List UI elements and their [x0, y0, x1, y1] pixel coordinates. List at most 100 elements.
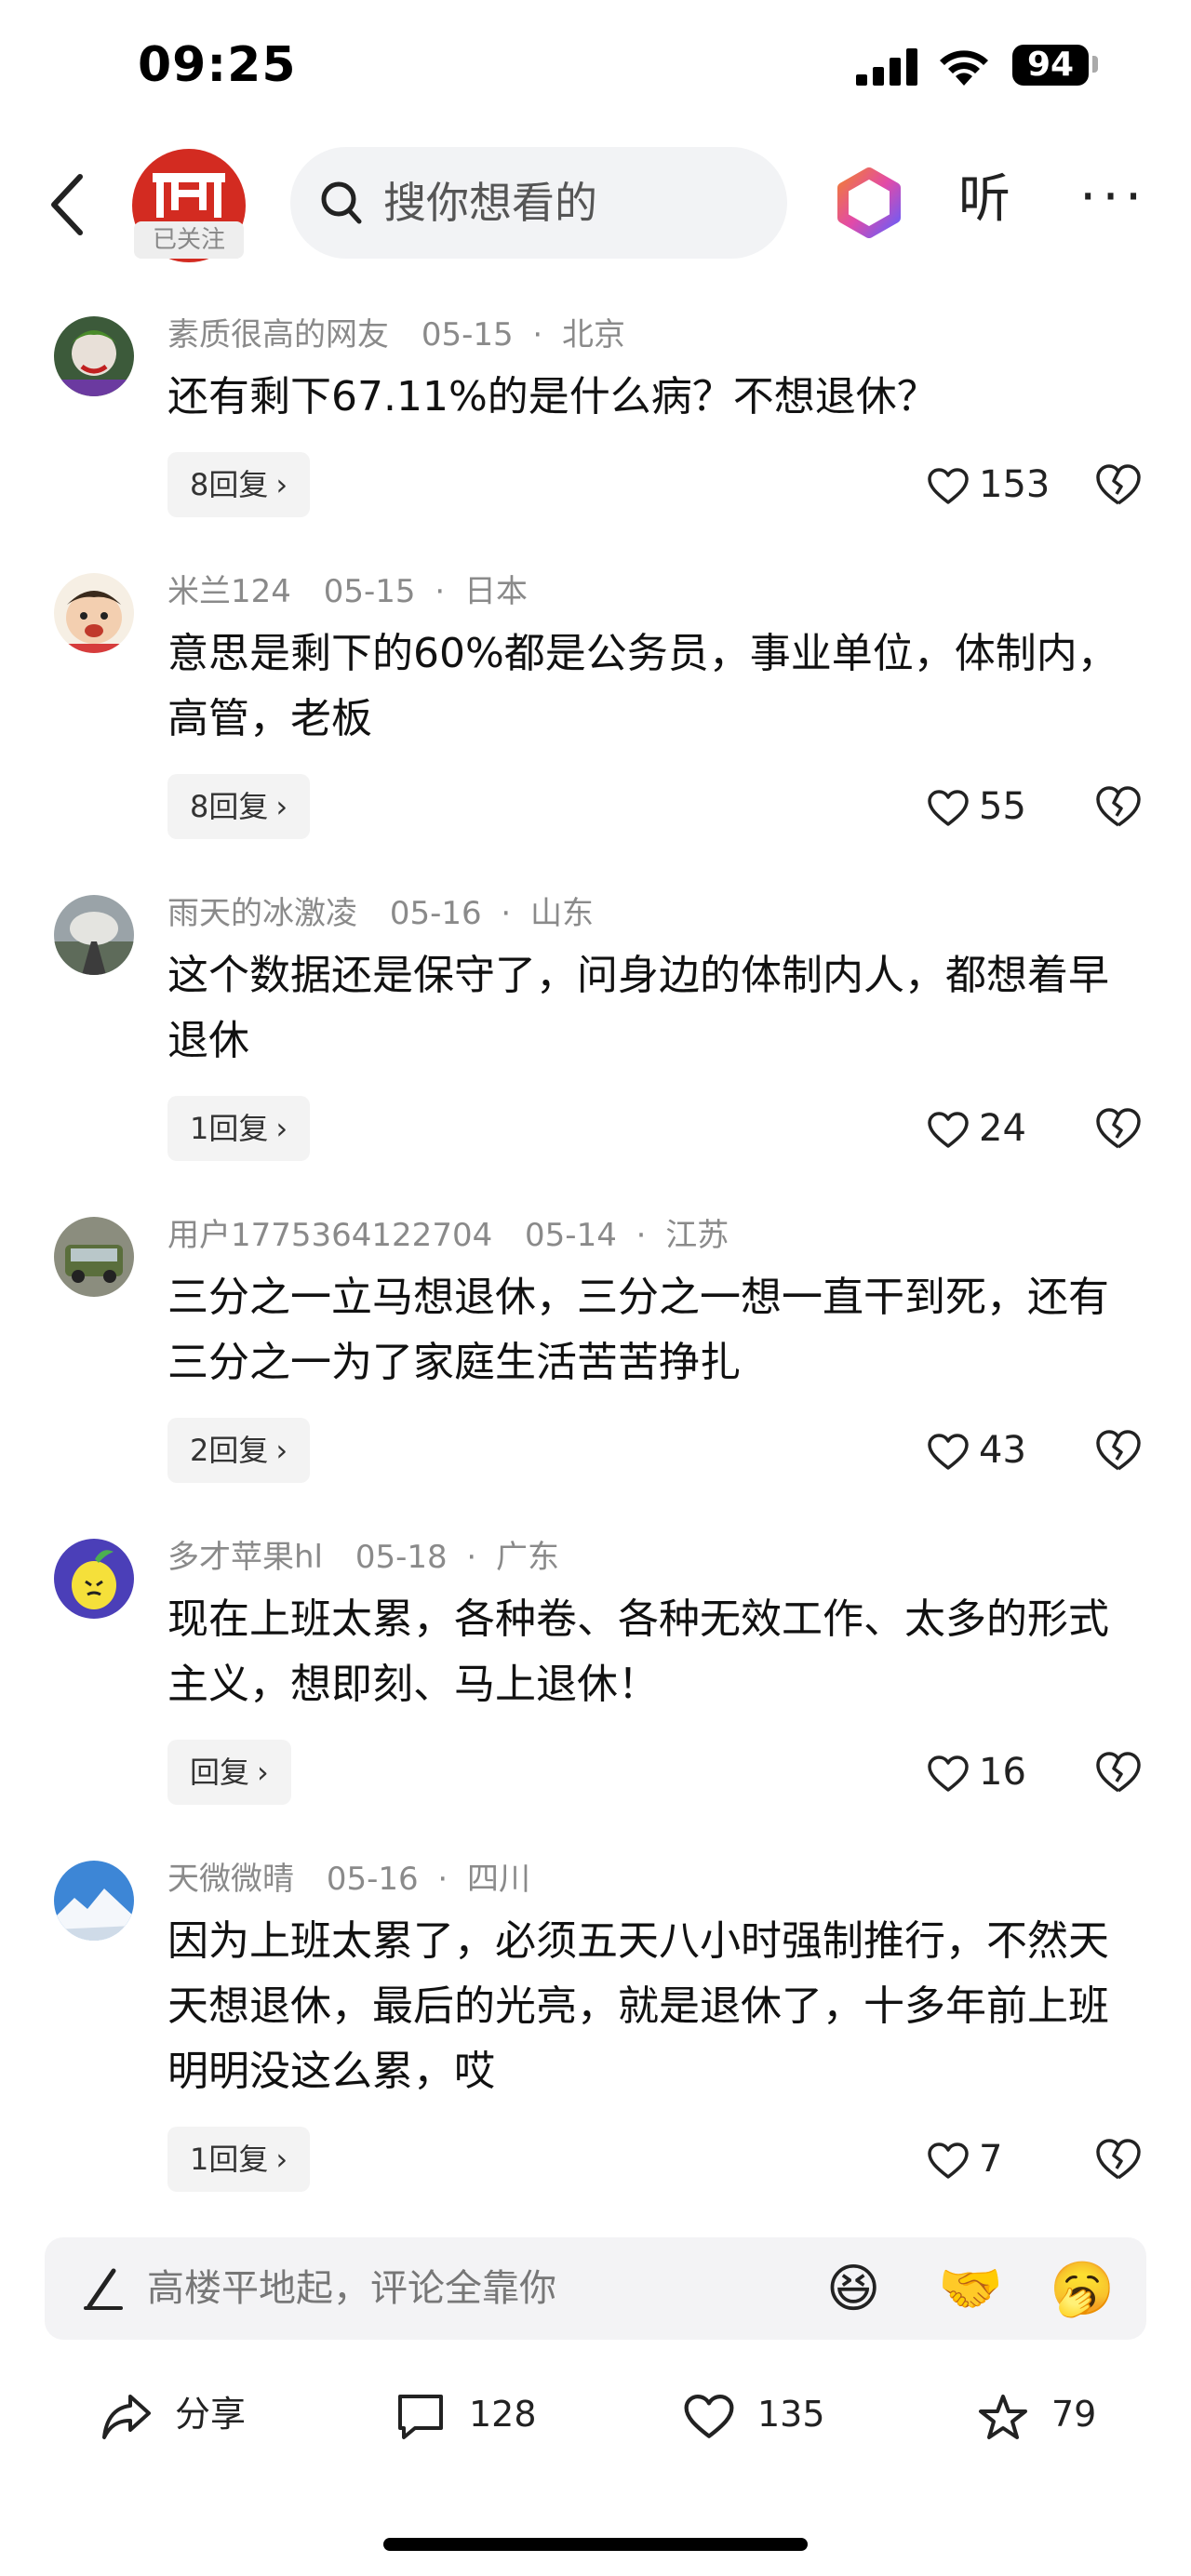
meta-separator: · [466, 1539, 477, 1576]
heart-icon [684, 2394, 734, 2438]
pen-icon [84, 2268, 123, 2310]
comment-date: 05-16 [326, 1861, 419, 1898]
comment-date: 05-18 [355, 1539, 448, 1576]
view-replies-button[interactable]: 8回复 › [167, 774, 311, 839]
share-button[interactable]: 分享 [100, 2386, 246, 2442]
view-replies-button[interactable]: 2回复 › [167, 1418, 311, 1483]
heart-icon [928, 1112, 969, 1148]
top-nav-bar: 已关注 搜你想看的 听 ··· [0, 140, 1191, 270]
like-count: 7 [979, 2138, 1003, 2181]
comment-item: 米兰124 05-15 · 日本 意思是剩下的60%都是公务员，事业单位，体制内… [0, 564, 1191, 843]
like-post-button[interactable]: 135 [683, 2386, 825, 2442]
comment-location: 山东 [530, 895, 595, 932]
share-arrow-icon [102, 2394, 151, 2439]
view-replies-button[interactable]: 8回复 › [167, 452, 311, 517]
yawning-emoji-button[interactable]: 🥱 [1050, 2260, 1115, 2319]
comment-input-placeholder: 高楼平地起，评论全靠你 [147, 2267, 556, 2310]
broken-heart-icon[interactable] [1094, 1748, 1143, 1796]
comment-location: 江苏 [665, 1217, 729, 1254]
comment-item: 素质很高的网友 05-15 · 北京 还有剩下67.11%的是什么病？不想退休？… [0, 307, 1191, 521]
broken-heart-icon[interactable] [1094, 782, 1143, 831]
like-button[interactable]: 7 [927, 2127, 1002, 2192]
view-replies-button[interactable]: 1回复 › [167, 2127, 311, 2192]
cellular-signal-icon [856, 48, 917, 86]
comment-text: 还有剩下67.11%的是什么病？不想退休？ [167, 373, 938, 420]
comment-date: 05-15 [323, 573, 416, 610]
ai-assistant-icon[interactable] [834, 167, 904, 238]
comment-location: 日本 [463, 573, 528, 610]
comment-text: 因为上班太累了，必须五天八小时强制推行，不然天天想退休，最后的光亮，就是退休了，… [167, 1917, 1109, 2095]
user-avatar[interactable] [54, 1861, 134, 1941]
comment-username[interactable]: 用户1775364122704 [167, 1217, 492, 1254]
comment-meta: 素质很高的网友 05-15 · 北京 [167, 314, 625, 355]
user-avatar[interactable] [54, 573, 134, 653]
handshake-emoji-button[interactable]: 🤝 [938, 2260, 1003, 2319]
comment-username[interactable]: 雨天的冰激凌 [167, 895, 357, 932]
chevron-right-icon: › [275, 2142, 288, 2177]
broken-heart-icon[interactable] [1094, 460, 1143, 509]
avatar-image [54, 573, 134, 653]
comment-username[interactable]: 米兰124 [167, 573, 291, 610]
comment-text: 这个数据还是保守了，问身边的体制内人，都想着早退休 [167, 952, 1109, 1064]
like-button[interactable]: 43 [927, 1418, 1026, 1483]
favorite-button[interactable]: 79 [977, 2386, 1096, 2442]
search-input[interactable]: 搜你想看的 [290, 147, 787, 259]
comment-item: 多才苹果hl 05-18 · 广东 现在上班太累，各种卷、各种无效工作、太多的形… [0, 1529, 1191, 1809]
like-button[interactable]: 24 [927, 1096, 1026, 1161]
comment-bubble-icon [398, 2394, 443, 2439]
broken-heart-icon[interactable] [1094, 1104, 1143, 1153]
favorites-count: 79 [1051, 2394, 1097, 2435]
reply-count: 1回复 [190, 2142, 269, 2177]
more-options-button[interactable]: ··· [1079, 164, 1147, 229]
like-button[interactable]: 153 [927, 452, 1050, 517]
like-button[interactable]: 16 [927, 1740, 1026, 1805]
view-replies-button[interactable]: 回复 › [167, 1740, 291, 1805]
user-avatar[interactable] [54, 1217, 134, 1297]
comments-count: 128 [469, 2394, 537, 2435]
meta-separator: · [501, 895, 512, 932]
avatar-image [54, 1861, 134, 1941]
battery-tip [1092, 56, 1098, 73]
avatar-image [54, 1217, 134, 1297]
comment-text: 三分之一立马想退休，三分之一想一直干到死，还有三分之一为了家庭生活苦苦挣扎 [167, 1274, 1109, 1386]
back-arrow-icon[interactable] [39, 167, 95, 242]
comment-username[interactable]: 素质很高的网友 [167, 316, 389, 354]
heart-icon [928, 468, 969, 504]
reply-count: 8回复 [190, 789, 269, 824]
comment-meta: 米兰124 05-15 · 日本 [167, 571, 528, 612]
likes-count: 135 [757, 2394, 825, 2435]
user-avatar[interactable] [54, 895, 134, 975]
bottom-action-bar: 分享 128 135 79 [0, 2368, 1191, 2461]
listen-button[interactable]: 听 [958, 167, 1010, 233]
comments-button[interactable]: 128 [395, 2386, 537, 2442]
comment-date: 05-16 [389, 895, 482, 932]
heart-icon [928, 1434, 969, 1470]
heart-icon [928, 790, 969, 826]
comment-username[interactable]: 天微微晴 [167, 1861, 294, 1898]
comment-item: 用户1775364122704 05-14 · 江苏 三分之一立马想退休，三分之… [0, 1208, 1191, 1487]
search-placeholder: 搜你想看的 [383, 178, 597, 228]
comment-input[interactable]: 高楼平地起，评论全靠你 😆 🤝 🥱 [45, 2237, 1146, 2340]
like-count: 43 [979, 1429, 1026, 1472]
comment-meta: 雨天的冰激凌 05-16 · 山东 [167, 893, 594, 934]
user-avatar[interactable] [54, 1539, 134, 1619]
broken-heart-icon[interactable] [1094, 1426, 1143, 1475]
status-bar: 09:25 94 [0, 0, 1191, 140]
comment-location: 四川 [467, 1861, 531, 1898]
meta-separator: · [437, 1861, 448, 1898]
like-button[interactable]: 55 [927, 774, 1026, 839]
account-avatar[interactable]: 已关注 [132, 149, 246, 262]
reply-count: 1回复 [190, 1111, 269, 1146]
home-indicator[interactable] [383, 2538, 808, 2551]
heart-icon [928, 1755, 969, 1792]
comment-meta: 天微微晴 05-16 · 四川 [167, 1859, 530, 1900]
like-count: 55 [979, 785, 1026, 828]
user-avatar[interactable] [54, 316, 134, 396]
view-replies-button[interactable]: 1回复 › [167, 1096, 311, 1161]
comment-date: 05-14 [525, 1217, 617, 1254]
comment-meta: 用户1775364122704 05-14 · 江苏 [167, 1215, 729, 1256]
avatar-image [54, 895, 134, 975]
comment-username[interactable]: 多才苹果hl [167, 1539, 323, 1576]
broken-heart-icon[interactable] [1094, 2135, 1143, 2183]
laughing-emoji-button[interactable]: 😆 [826, 2260, 880, 2319]
